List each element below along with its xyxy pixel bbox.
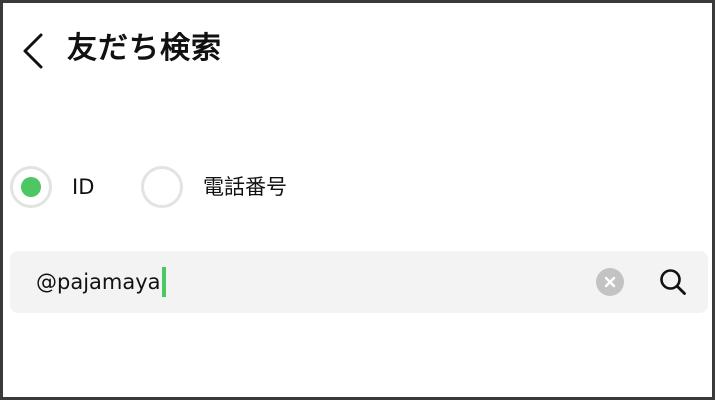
radio-option-phone[interactable]: 電話番号 — [141, 163, 287, 211]
app-screen: 友だち検索 ID 電話番号 @pajamaya — [0, 0, 715, 400]
clear-button[interactable] — [596, 268, 624, 296]
search-input-value: @pajamaya — [36, 270, 161, 294]
header: 友だち検索 — [3, 3, 712, 99]
back-button[interactable] — [11, 25, 55, 77]
search-field: @pajamaya — [10, 251, 708, 313]
search-icon — [660, 269, 686, 295]
search-button[interactable] — [656, 265, 690, 299]
chevron-left-icon — [23, 33, 43, 69]
radio-selected-dot — [21, 177, 41, 197]
radio-label-id: ID — [72, 175, 95, 199]
radio-button-phone[interactable] — [141, 166, 183, 208]
page-title: 友だち検索 — [67, 31, 222, 66]
text-cursor — [161, 267, 166, 297]
radio-label-phone: 電話番号 — [203, 175, 287, 199]
radio-button-id[interactable] — [10, 166, 52, 208]
search-input[interactable]: @pajamaya — [36, 251, 166, 313]
search-type-radio-group: ID 電話番号 — [3, 163, 712, 211]
radio-option-id[interactable]: ID — [10, 163, 94, 211]
clear-icon — [604, 276, 616, 288]
